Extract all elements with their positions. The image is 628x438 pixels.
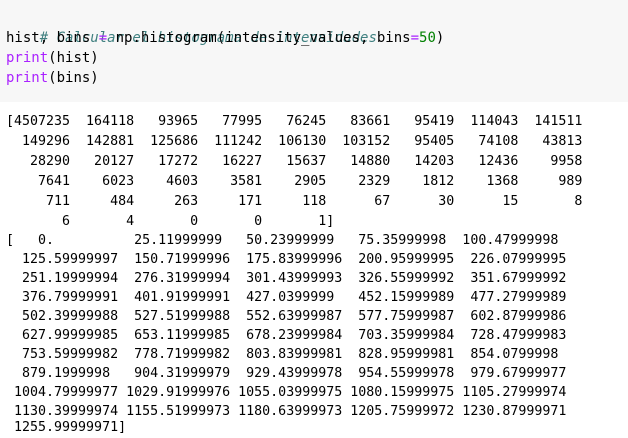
output-line: 125.59999997 150.71999996 175.83999996 2… xyxy=(6,252,567,267)
output-line: 7641 6023 4603 3581 2905 2329 1812 1368 … xyxy=(6,174,583,189)
code-token: np.histogram(intensity_values, bins xyxy=(107,30,411,46)
code-builtin: print xyxy=(6,70,49,86)
code-builtin: print xyxy=(6,50,49,66)
code-operator: = xyxy=(410,30,420,46)
output-line: 251.19999994 276.31999994 301.43999993 3… xyxy=(6,271,567,286)
code-line-print-bins: print(bins) xyxy=(6,68,99,88)
cell-output: [4507235 164118 93965 77995 76245 83661 … xyxy=(0,102,628,437)
output-line: 6 4 0 0 1] xyxy=(6,214,335,229)
output-line: [ 0. 25.11999999 50.23999999 75.35999998… xyxy=(6,233,559,248)
code-token: (bins) xyxy=(48,70,99,86)
code-operator: = xyxy=(98,30,108,46)
output-line: 879.1999998 904.31999979 929.43999978 95… xyxy=(6,366,567,381)
output-line: 753.59999982 778.71999982 803.83999981 8… xyxy=(6,347,559,362)
output-line: [4507235 164118 93965 77995 76245 83661 … xyxy=(6,114,583,129)
code-line-comment: # Calcular el histograma de intensidades xyxy=(6,8,377,46)
code-token: hist, bins xyxy=(6,30,99,46)
output-line: 376.79999991 401.91999991 427.0399999 45… xyxy=(6,290,567,305)
code-number: 50 xyxy=(419,30,436,46)
code-token: ) xyxy=(435,30,445,46)
code-line-histogram: hist, bins = np.histogram(intensity_valu… xyxy=(6,28,444,48)
output-line: 1004.79999977 1029.91999976 1055.0399997… xyxy=(6,385,567,400)
output-line: 502.39999988 527.51999988 552.63999987 5… xyxy=(6,309,567,324)
output-line: 28290 20127 17272 16227 15637 14880 1420… xyxy=(6,154,583,169)
output-line: 711 484 263 171 118 67 30 15 8 xyxy=(6,194,583,209)
output-line: 1255.99999971] xyxy=(6,420,127,435)
output-line: 149296 142881 125686 111242 106130 10315… xyxy=(6,134,583,149)
code-token: (hist) xyxy=(48,50,99,66)
output-line: 627.99999985 653.11999985 678.23999984 7… xyxy=(6,328,567,343)
code-line-print-hist: print(hist) xyxy=(6,48,99,68)
code-cell[interactable]: # Calcular el histograma de intensidades… xyxy=(0,0,628,102)
